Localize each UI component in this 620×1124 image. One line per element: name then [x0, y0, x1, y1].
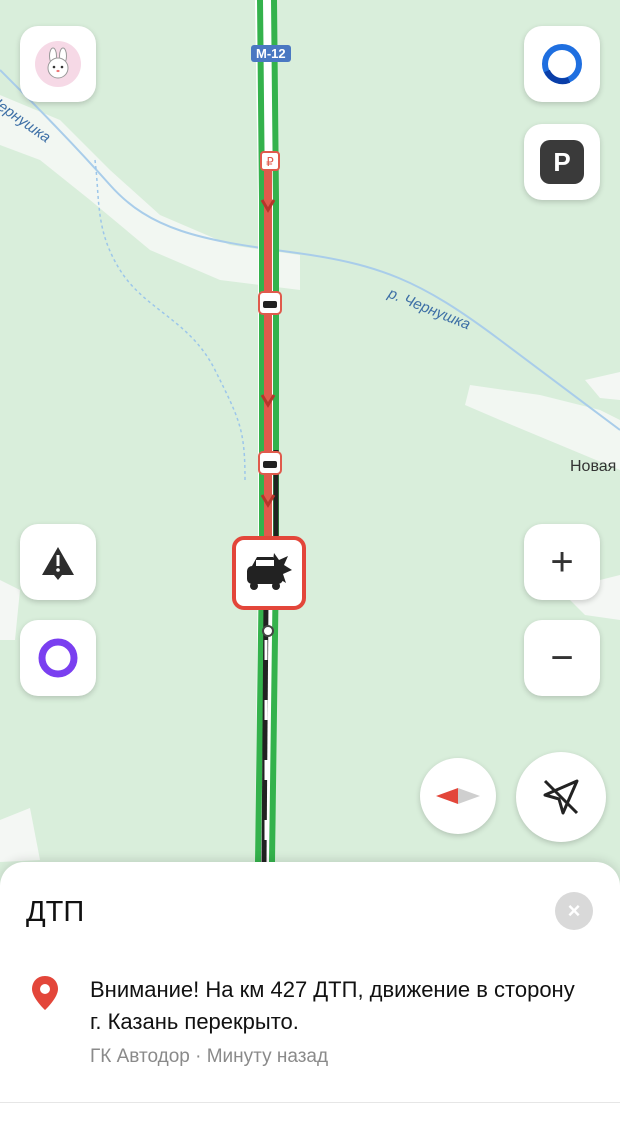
incident-title: ДТП [26, 896, 85, 928]
profile-button[interactable] [20, 26, 96, 102]
meta-separator: · [189, 1046, 207, 1067]
sheet-divider [0, 1102, 620, 1103]
parking-icon: P [540, 140, 584, 184]
incident-message: Внимание! На км 427 ДТП, движение в стор… [90, 977, 575, 1034]
minus-icon: − [550, 636, 574, 680]
plus-icon: + [550, 540, 574, 584]
report-incident-button[interactable] [20, 524, 96, 600]
parking-button[interactable]: P [524, 124, 600, 200]
compass-icon [436, 788, 480, 804]
alice-assistant-icon [38, 638, 78, 678]
zoom-in-button[interactable]: + [524, 524, 600, 600]
highway-shield: М-12 [251, 45, 291, 62]
close-button[interactable]: × [555, 892, 593, 930]
alice-voice-button[interactable] [20, 620, 96, 696]
navigation-toggle-button[interactable] [516, 752, 606, 842]
zoom-out-button[interactable]: − [524, 620, 600, 696]
alice-ring-icon [542, 44, 582, 85]
compass-button[interactable] [420, 758, 496, 834]
place-label: Новая [570, 458, 617, 475]
alice-top-button[interactable] [524, 26, 600, 102]
svg-text:₽: ₽ [266, 155, 274, 169]
rabbit-emoji-icon [35, 41, 81, 87]
close-icon: × [567, 898, 581, 923]
incident-sheet: ДТП × Внимание! На км 427 ДТП, движение … [0, 862, 620, 1124]
location-pin-icon [32, 976, 58, 1010]
incident-meta: ГК Автодор · Минуту назад [90, 1046, 328, 1068]
incident-source: ГК Автодор [90, 1046, 190, 1067]
incident-time: Минуту назад [206, 1046, 329, 1067]
warning-triangle-icon [42, 547, 74, 580]
route-off-icon [543, 779, 579, 815]
